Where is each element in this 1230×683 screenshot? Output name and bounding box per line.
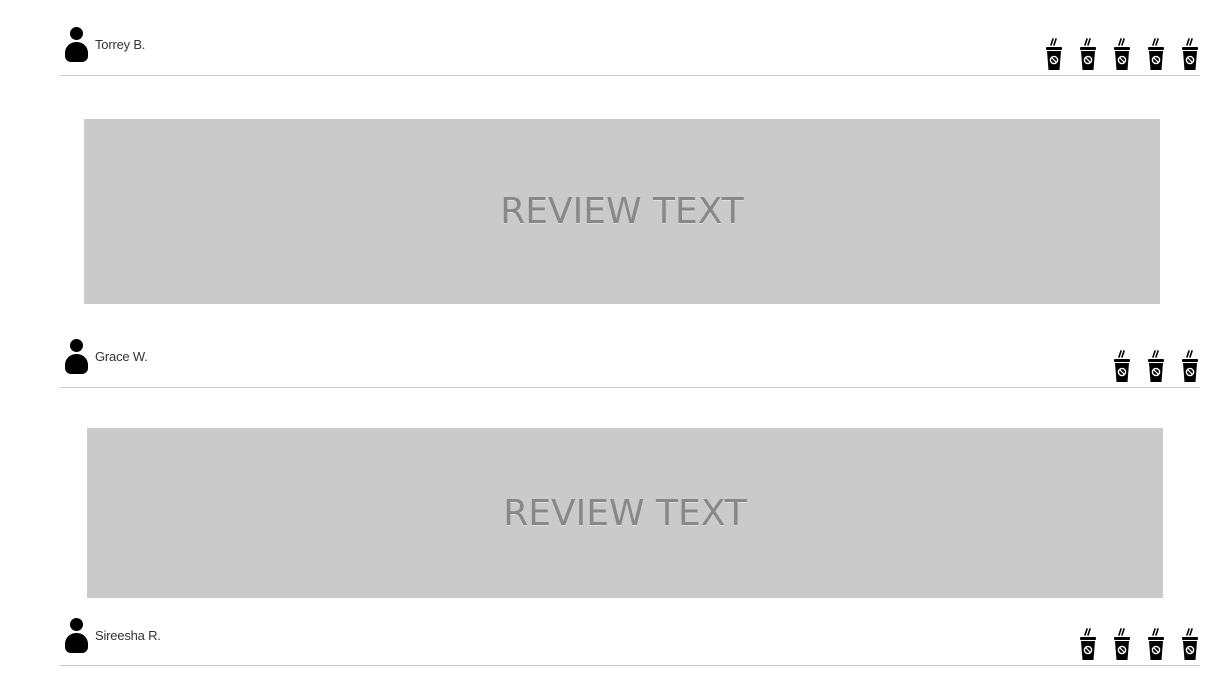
review-header: Sireesha R. [60,610,1200,666]
reviewer[interactable]: Torrey B. [65,27,145,62]
coffee-cup-icon [1180,38,1200,71]
review-text-placeholder: REVIEW TEXT [87,428,1163,598]
rating [1112,350,1200,383]
coffee-cup-icon [1146,350,1166,383]
rating [1044,38,1200,71]
reviewer-name: Grace W. [95,349,148,364]
coffee-cup-icon [1146,628,1166,661]
review-text: REVIEW TEXT [503,492,747,534]
review-text: REVIEW TEXT [500,191,744,232]
coffee-cup-icon [1112,350,1132,383]
coffee-cup-icon [1180,628,1200,661]
avatar-icon [65,618,88,653]
coffee-cup-icon [1146,38,1166,71]
reviewer-name: Torrey B. [95,37,146,52]
coffee-cup-icon [1180,350,1200,383]
coffee-cup-icon [1078,628,1098,661]
review-header: Torrey B. [60,20,1200,76]
coffee-cup-icon [1078,38,1098,71]
rating [1078,628,1200,661]
review-header: Grace W. [60,330,1200,388]
avatar-icon [65,27,88,62]
reviewer[interactable]: Sireesha R. [65,618,161,653]
coffee-cup-icon [1044,38,1064,71]
coffee-cup-icon [1112,38,1132,71]
avatar-icon [65,339,88,374]
reviewer[interactable]: Grace W. [65,339,148,374]
coffee-cup-icon [1112,628,1132,661]
review-text-placeholder: REVIEW TEXT [84,119,1160,304]
reviewer-name: Sireesha R. [95,628,161,643]
